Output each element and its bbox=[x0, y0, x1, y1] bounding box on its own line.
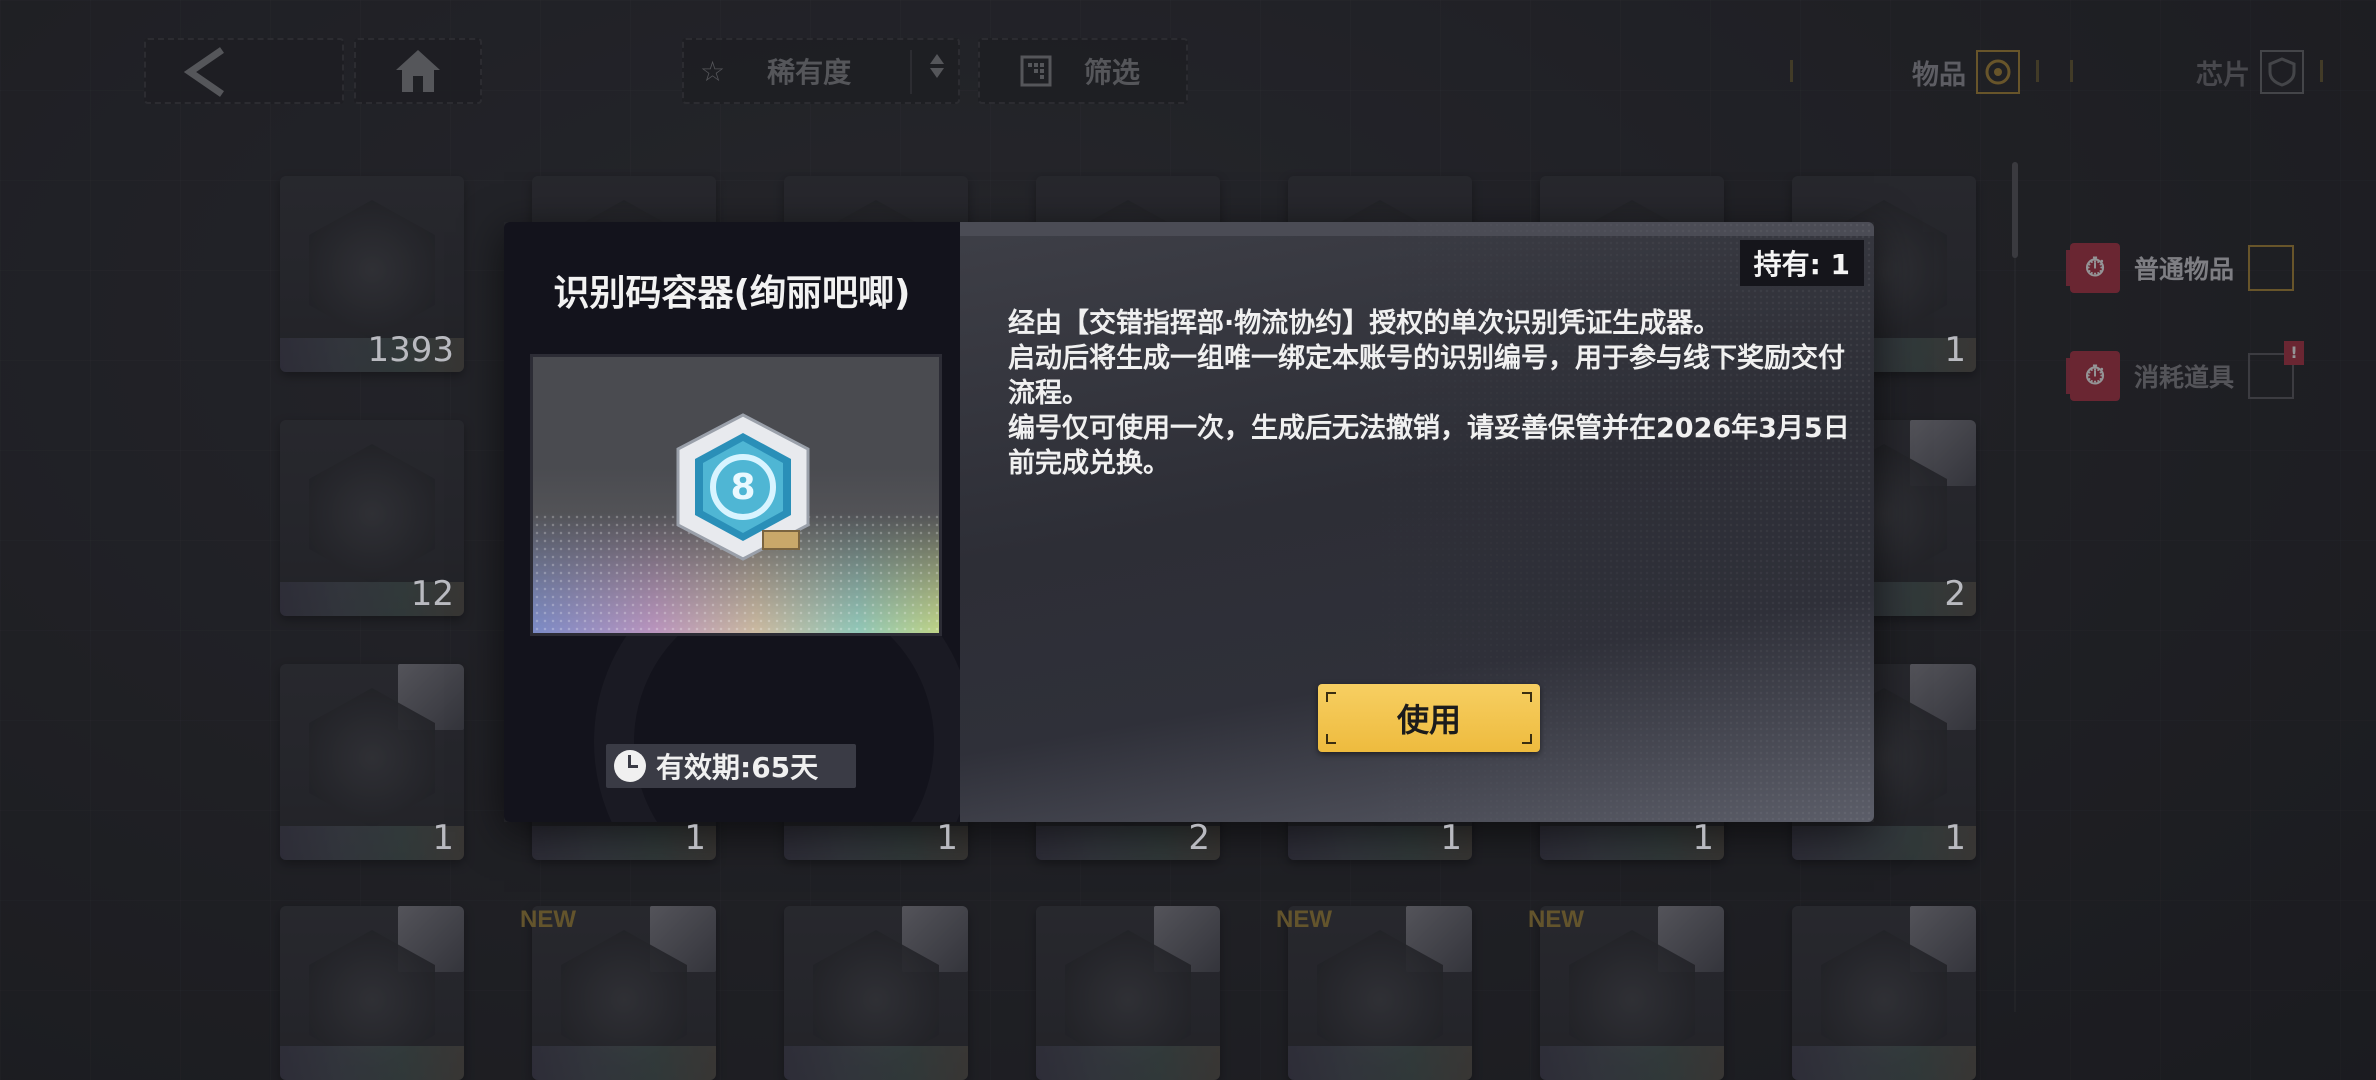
hold-count: 持有: 1 bbox=[1739, 240, 1864, 286]
description-line: 启动后将生成一组唯一绑定本账号的识别编号，用于参与线下奖励交付流程。 bbox=[1008, 343, 1845, 409]
item-count: 1 bbox=[1944, 818, 1966, 858]
item-count: 12 bbox=[410, 574, 454, 614]
item-count: 1 bbox=[1692, 818, 1714, 858]
item-count: 1 bbox=[1944, 330, 1966, 370]
description-line: 编号仅可使用一次，生成后无法撤销，请妥善保管并在2026年3月5日前完成兑换。 bbox=[1008, 413, 1850, 479]
corner-bracket bbox=[1326, 692, 1336, 702]
item-title: 识别码容器(绚丽吧唧) bbox=[553, 273, 911, 314]
validity-badge: 有效期:65天 bbox=[606, 744, 856, 788]
corner-bracket bbox=[1326, 734, 1336, 744]
use-button[interactable]: 使用 bbox=[1318, 684, 1540, 752]
item-count: 1 bbox=[432, 818, 454, 858]
item-count: 1 bbox=[936, 818, 958, 858]
item-image: 8 bbox=[530, 354, 942, 636]
validity-text: 有效期:65天 bbox=[656, 751, 819, 784]
use-button-label: 使用 bbox=[1396, 701, 1461, 739]
item-preview-panel: 识别码容器(绚丽吧唧) 8 有效期:65天 bbox=[504, 222, 960, 822]
corner-bracket bbox=[1522, 692, 1532, 702]
item-count: 1 bbox=[684, 818, 706, 858]
code-container-icon: 8 bbox=[676, 413, 810, 561]
item-count: 1 bbox=[1440, 818, 1462, 858]
item-count: 2 bbox=[1944, 574, 1966, 614]
item-description: 经由【交错指挥部·物流协约】授权的单次识别凭证生成器。 启动后将生成一组唯一绑定… bbox=[1008, 306, 1854, 481]
description-line: 经由【交错指挥部·物流协约】授权的单次识别凭证生成器。 bbox=[1008, 308, 1721, 339]
svg-text:8: 8 bbox=[730, 467, 755, 508]
item-count: 1393 bbox=[367, 330, 454, 370]
corner-bracket bbox=[1522, 734, 1532, 744]
item-detail-modal: 识别码容器(绚丽吧唧) 8 有效期:65天 持有: 1 经由【交错指挥部·物流协… bbox=[504, 222, 1874, 822]
item-info-panel: 持有: 1 经由【交错指挥部·物流协约】授权的单次识别凭证生成器。 启动后将生成… bbox=[960, 222, 1874, 822]
clock-icon bbox=[614, 750, 646, 782]
item-count: 2 bbox=[1188, 818, 1210, 858]
